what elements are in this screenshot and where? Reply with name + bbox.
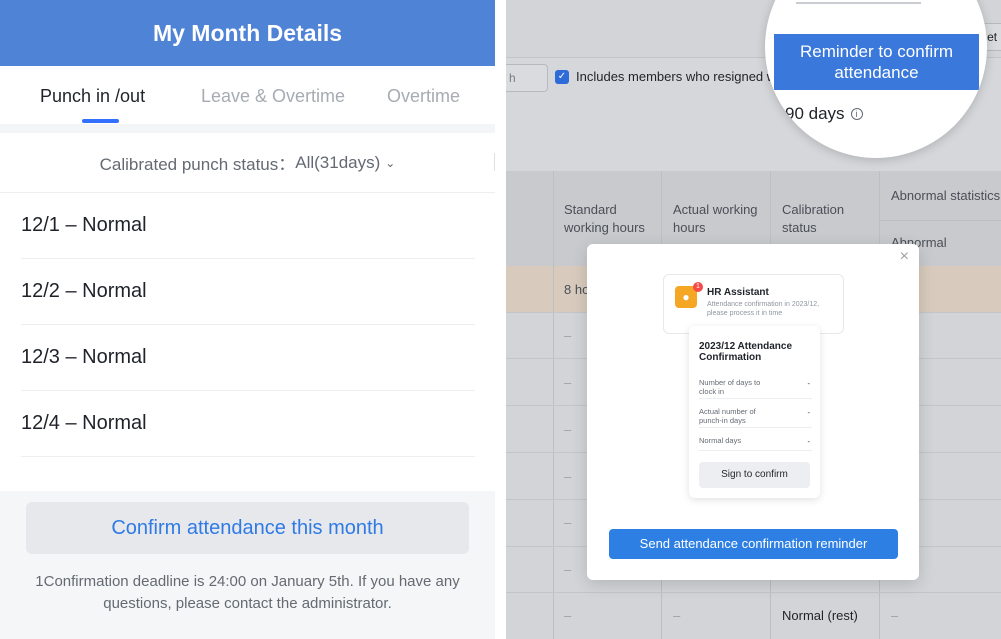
deadline-note: 1Confirmation deadline is 24:00 on Janua…: [35, 573, 460, 612]
table-cell: –: [564, 375, 572, 390]
row-value: -: [807, 437, 811, 446]
close-icon[interactable]: ×: [900, 248, 909, 266]
row-label: Number of days to clock in: [699, 378, 761, 396]
card-row: Actual number of punch-in days -: [699, 404, 812, 428]
list-item[interactable]: 12/2 – Normal: [21, 259, 475, 325]
section-divider: [0, 124, 495, 133]
table-cell: –: [564, 562, 572, 577]
table-cell: –: [564, 608, 572, 623]
sign-to-confirm-button[interactable]: Sign to confirm: [699, 462, 810, 488]
status-filter[interactable]: Calibrated punch status： All(31days) ⌄: [0, 133, 495, 193]
table-cell: –: [564, 515, 572, 530]
notification-text: Attendance confirmation in 2023/12, plea…: [707, 301, 820, 317]
card-row: Number of days to clock in -: [699, 375, 812, 399]
mobile-panel: My Month Details Punch in /out Leave & O…: [0, 0, 495, 639]
card-row: Normal days -: [699, 433, 812, 451]
reminder-modal: × ● 1 HR Assistant Attendance confirmati…: [587, 244, 919, 580]
table-cell: –: [564, 422, 572, 437]
resigned-checkbox[interactable]: ✓: [555, 70, 569, 84]
header-divider: [880, 220, 1001, 221]
row-divider: [506, 592, 1001, 593]
days-value: 90 days: [785, 104, 845, 123]
table-cell: –: [891, 608, 899, 623]
notification-title: HR Assistant: [707, 287, 769, 298]
table-cell: –: [564, 469, 572, 484]
header-calibration-status: Calibration status: [782, 202, 845, 235]
divider: [796, 2, 921, 4]
row-label: Actual number of punch-in days: [699, 407, 756, 425]
day-status: 12/4 – Normal: [21, 412, 147, 434]
header-actual-hours: Actual working hours: [673, 202, 758, 235]
notification-preview: ● 1 HR Assistant Attendance confirmation…: [663, 274, 844, 334]
table-cell: 8 ho: [564, 282, 590, 297]
header-standard-hours: Standard working hours: [564, 202, 645, 235]
list-item[interactable]: 12/3 – Normal: [21, 325, 475, 391]
confirm-attendance-button[interactable]: Confirm attendance this month: [26, 502, 469, 554]
checkbox-label: Includes members who resigned within: [576, 69, 800, 84]
send-reminder-button[interactable]: Send attendance confirmation reminder: [609, 529, 898, 559]
desktop-panel: h ✓ Includes members who resigned within…: [506, 0, 1001, 639]
filter-value: All(31days): [295, 152, 381, 172]
row-value: -: [807, 379, 811, 388]
table-cell: Normal (rest): [782, 608, 858, 623]
panel-divider: [495, 0, 506, 639]
footer: Confirm attendance this month 1Confirmat…: [0, 491, 495, 639]
page-title: My Month Details: [0, 0, 495, 66]
row-label: Normal days: [699, 436, 742, 445]
day-status: 12/2 – Normal: [21, 280, 147, 302]
tab-bar: Punch in /out Leave & Overtime Overtime: [0, 66, 495, 124]
info-icon[interactable]: i: [850, 108, 863, 120]
chevron-down-icon: ⌄: [385, 155, 396, 170]
reminder-days: 90 days i: [785, 104, 863, 124]
tab-leave-overtime[interactable]: Leave & Overtime: [201, 86, 345, 107]
notification-badge: 1: [693, 282, 703, 292]
card-title: 2023/12 Attendance Confirmation: [699, 341, 793, 363]
day-status: 12/3 – Normal: [21, 346, 147, 368]
header-abnormal-statistics: Abnormal statistics: [891, 188, 1001, 203]
list-item[interactable]: 12/1 – Normal: [21, 193, 475, 259]
table-cell: –: [673, 608, 681, 623]
search-input[interactable]: h: [506, 64, 548, 92]
tab-punch-in-out[interactable]: Punch in /out: [40, 86, 145, 107]
list-item[interactable]: 12/4 – Normal: [21, 391, 475, 457]
row-value: -: [807, 408, 811, 417]
tab-overtime[interactable]: Overtime: [387, 86, 460, 107]
table-cell: –: [564, 328, 572, 343]
reminder-confirm-attendance-button[interactable]: Reminder to confirm attendance: [774, 34, 979, 90]
day-status: 12/1 – Normal: [21, 214, 147, 236]
filter-label: Calibrated punch status：: [99, 155, 296, 174]
active-tab-indicator: [82, 119, 119, 123]
confirmation-card: 2023/12 Attendance Confirmation Number o…: [689, 326, 820, 498]
